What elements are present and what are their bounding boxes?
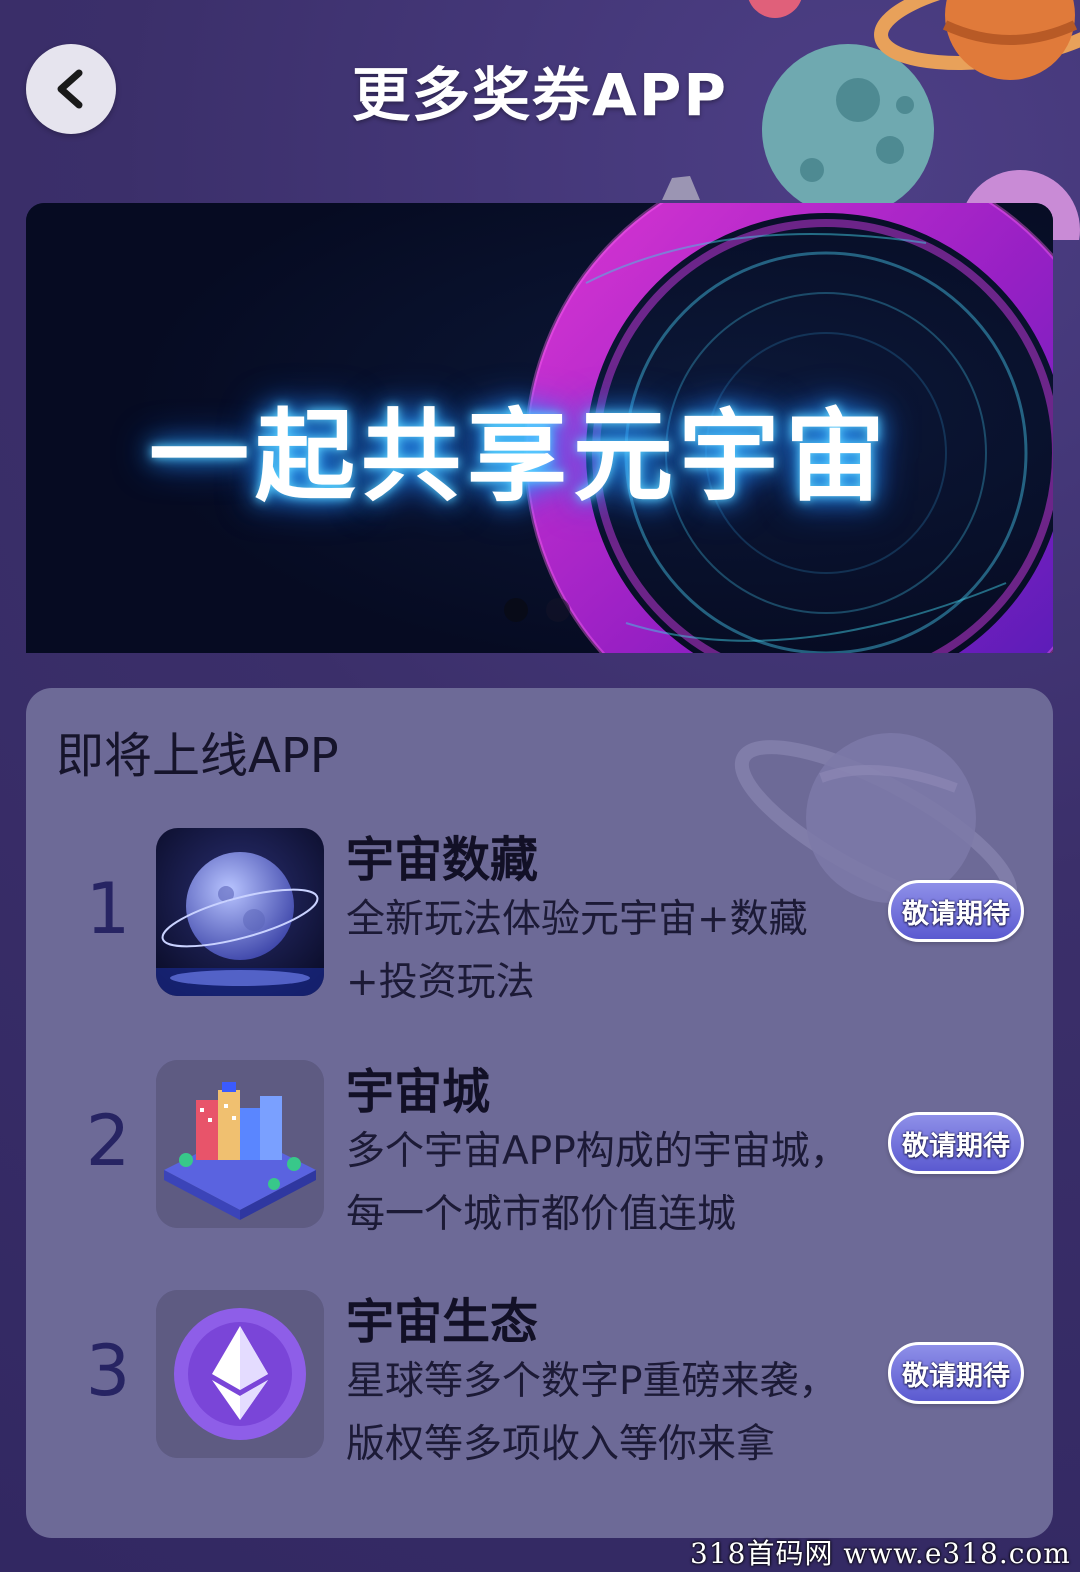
isometric-city-icon (156, 1060, 324, 1228)
app-list-item[interactable]: 2 宇宙城 多个宇宙APP构成的宇宙城，每一个城市都价值连城 敬请期待 (26, 1060, 1053, 1237)
carousel-dot-active[interactable] (504, 598, 528, 622)
app-description: 全新玩法体验元宇宙+数藏+投资玩法 (346, 897, 808, 1005)
rank-number: 3 (85, 1330, 131, 1412)
app-name: 宇宙数藏 (346, 832, 539, 888)
page-title: 更多奖券APP (352, 61, 728, 129)
app-list-item[interactable]: 1 宇宙数藏 全新玩法体验元宇宙+数藏+投资玩法 敬请期待 (26, 828, 1053, 1005)
moon-planet-icon (156, 828, 324, 996)
upcoming-apps-card: 即将上线APP 1 宇宙数藏 全新玩法体验元宇宙+数藏+投资玩法 敬请期待 2 … (26, 688, 1053, 1538)
app-name: 宇宙生态 (346, 1294, 539, 1350)
app-description: 星球等多个数字P重磅来袭，版权等多项收入等你来拿 (346, 1359, 838, 1467)
banner-carousel[interactable]: 一起共享元宇宙 (26, 203, 1053, 653)
watermark: 318首码网 www.e318.com (690, 1537, 1071, 1570)
app-description: 多个宇宙APP构成的宇宙城，每一个城市都价值连城 (346, 1129, 849, 1237)
rank-number: 1 (85, 868, 131, 950)
section-title: 即将上线APP (56, 728, 339, 784)
coming-soon-button[interactable]: 敬请期待 (888, 1112, 1024, 1174)
coming-soon-button[interactable]: 敬请期待 (888, 1342, 1024, 1404)
ethereum-icon (156, 1290, 324, 1458)
rank-number: 2 (85, 1100, 131, 1182)
coming-soon-button[interactable]: 敬请期待 (888, 880, 1024, 942)
header: 更多奖券APP (0, 0, 1080, 240)
carousel-indicator (504, 598, 570, 622)
carousel-dot[interactable] (546, 598, 570, 622)
app-name: 宇宙城 (346, 1064, 491, 1120)
banner-headline: 一起共享元宇宙 (149, 398, 891, 515)
app-list-item[interactable]: 3 宇宙生态 星球等多个数字P重磅来袭，版权等多项收入等你来拿 敬请期待 (26, 1290, 1053, 1467)
